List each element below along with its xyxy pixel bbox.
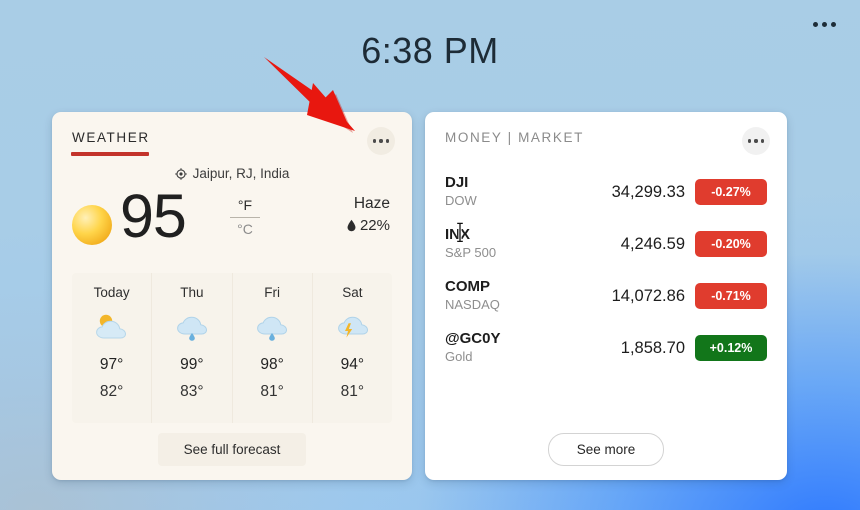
ticker-symbol: @GC0Y <box>445 330 501 348</box>
money-card-title: MONEY | MARKET <box>445 130 584 145</box>
status-badge: -0.27% <box>695 179 767 205</box>
list-item[interactable]: INX S&P 500 4,246.59 -0.20% <box>425 218 787 270</box>
clock-label: 6:38 PM <box>361 30 499 71</box>
forecast-high-temp: 99° <box>180 356 204 373</box>
ticker-symbol: INX <box>445 226 471 244</box>
ticker-symbol: DJI <box>445 174 469 192</box>
money-card-header: MONEY | MARKET <box>425 112 787 164</box>
ellipsis-dot <box>385 139 390 143</box>
weather-forecast-row: Today 97° 82° Thu 99° 83° Fri 98° 81° Sa… <box>72 273 392 423</box>
status-badge: -0.20% <box>695 231 767 257</box>
money-card-footer: See more <box>425 433 787 466</box>
weather-location-row[interactable]: Jaipur, RJ, India <box>52 166 412 181</box>
cloud-rain-icon <box>176 316 207 341</box>
weather-title-underline <box>71 152 149 156</box>
weather-widget-card[interactable]: WEATHER Jaipur, RJ, India 95 °F °C Haze … <box>52 112 412 480</box>
ellipsis-dot <box>754 139 758 143</box>
forecast-day-label: Fri <box>264 285 280 300</box>
ticker-identity: DJI DOW <box>445 174 595 210</box>
ticker-identity: INX S&P 500 <box>445 226 595 262</box>
forecast-low-temp: 81° <box>340 383 365 400</box>
weather-humidity-value: 22% <box>359 217 390 234</box>
ticker-value: 34,299.33 <box>611 182 685 201</box>
forecast-tile-today[interactable]: Today 97° 82° <box>72 273 151 423</box>
list-item[interactable]: @GC0Y Gold 1,858.70 +0.12% <box>425 322 787 374</box>
forecast-tile-sat[interactable]: Sat 94° 81° <box>311 273 392 423</box>
forecast-tile-fri[interactable]: Fri 98° 81° <box>231 273 312 423</box>
weather-unit-toggle[interactable]: °F °C <box>230 195 260 240</box>
forecast-high-temp: 97° <box>99 356 124 373</box>
list-item[interactable]: COMP NASDAQ 14,072.86 -0.71% <box>425 270 787 322</box>
ticker-value: 1,858.70 <box>620 338 685 357</box>
weather-condition-block: Haze 22% <box>347 195 390 234</box>
forecast-low-temp: 83° <box>180 383 204 400</box>
ellipsis-dot <box>379 139 383 143</box>
ellipsis-dot <box>830 21 836 27</box>
ticker-name: NASDAQ <box>445 296 500 312</box>
sun-behind-cloud-icon <box>95 314 126 339</box>
ellipsis-dot <box>821 21 827 27</box>
ticker-identity: @GC0Y Gold <box>445 330 595 366</box>
status-badge: +0.12% <box>695 335 767 361</box>
weather-card-overflow-menu-button[interactable] <box>367 127 395 155</box>
weather-humidity-row: 22% <box>347 217 390 234</box>
ticker-name: Gold <box>445 348 473 364</box>
forecast-low-temp: 81° <box>260 383 284 400</box>
ellipsis-dot <box>372 139 377 143</box>
money-card-overflow-menu-button[interactable] <box>742 127 770 155</box>
forecast-high-temp: 94° <box>340 356 365 373</box>
ticker-name: DOW <box>445 192 477 208</box>
ellipsis-dot <box>747 139 752 143</box>
forecast-tile-thu[interactable]: Thu 99° 83° <box>151 273 231 423</box>
ellipsis-dot <box>760 139 765 143</box>
water-drop-icon <box>347 219 356 232</box>
see-full-forecast-button[interactable]: See full forecast <box>157 433 307 466</box>
ellipsis-dot <box>812 21 818 27</box>
sun-icon <box>72 205 112 245</box>
forecast-high-temp: 98° <box>260 356 284 373</box>
ticker-value: 4,246.59 <box>620 234 685 253</box>
see-more-button[interactable]: See more <box>547 433 665 466</box>
list-item[interactable]: DJI DOW 34,299.33 -0.27% <box>425 166 787 218</box>
weather-temperature: 95 <box>120 182 187 250</box>
status-badge: -0.71% <box>695 283 767 309</box>
weather-card-footer: See full forecast <box>52 433 412 466</box>
weather-condition-label: Haze <box>353 195 390 212</box>
widgets-board: 6:38 PM WEATHER Jaipur, RJ, India 95 °F … <box>0 0 860 510</box>
market-ticker-list: DJI DOW 34,299.33 -0.27% INX S&P 500 4,2… <box>425 166 787 374</box>
ticker-identity: COMP NASDAQ <box>445 278 595 314</box>
weather-current-conditions: 95 °F °C Haze 22% <box>52 182 412 261</box>
forecast-day-label: Thu <box>180 285 204 300</box>
ticker-symbol: COMP <box>445 278 490 296</box>
forecast-day-label: Sat <box>342 285 363 300</box>
ticker-value: 14,072.86 <box>611 286 685 305</box>
weather-location-label: Jaipur, RJ, India <box>192 166 290 181</box>
forecast-low-temp: 82° <box>99 383 124 400</box>
cloud-rain-icon <box>257 316 288 341</box>
location-pin-icon <box>174 167 187 180</box>
weather-card-header: WEATHER <box>52 112 412 164</box>
forecast-day-label: Today <box>93 285 130 300</box>
ticker-name: S&P 500 <box>445 244 497 260</box>
unit-celsius[interactable]: °C <box>230 216 260 241</box>
money-market-widget-card[interactable]: MONEY | MARKET DJI DOW 34,299.33 -0.27% … <box>425 112 787 480</box>
cloud-lightning-icon <box>338 316 369 338</box>
weather-card-title: WEATHER <box>72 130 150 145</box>
unit-fahrenheit[interactable]: °F <box>230 195 260 217</box>
